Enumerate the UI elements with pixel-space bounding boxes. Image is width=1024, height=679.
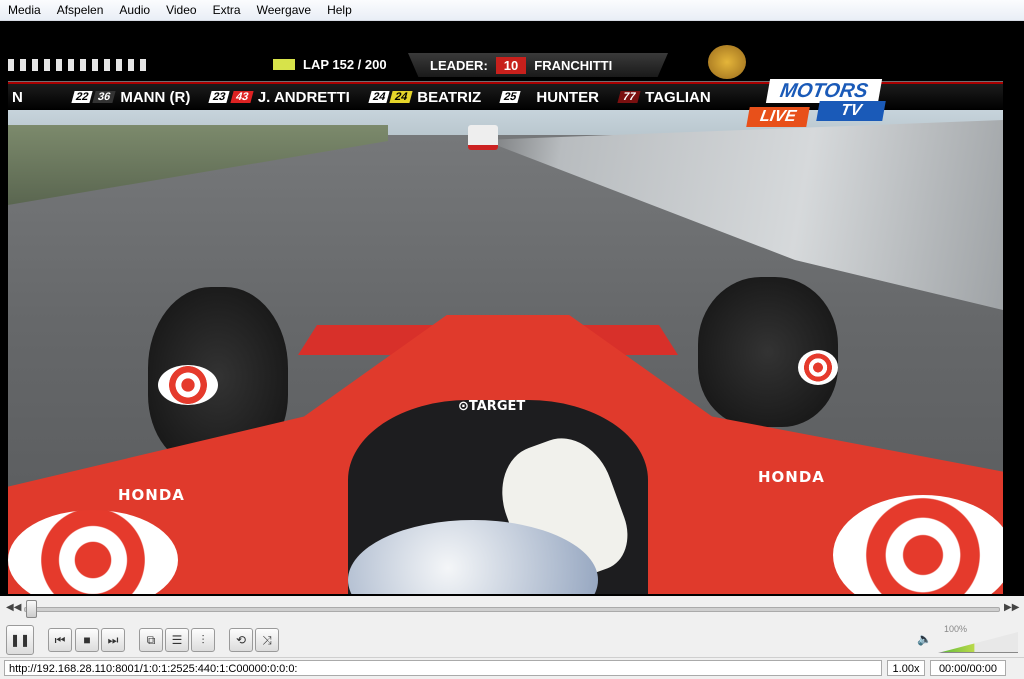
menu-extra[interactable]: Extra — [205, 0, 249, 20]
previous-button[interactable]: ⏮ — [48, 628, 72, 652]
ticker-name: J. ANDRETTI — [257, 88, 350, 106]
menu-audio[interactable]: Audio — [111, 0, 158, 20]
next-button[interactable]: ⏭ — [101, 628, 125, 652]
menu-help[interactable]: Help — [319, 0, 360, 20]
playlist-button[interactable]: ☰ — [165, 628, 189, 652]
stop-button[interactable]: ■ — [75, 628, 99, 652]
video-leader-label: LEADER: — [430, 57, 488, 73]
ticker-entry: 25 HUNTER — [499, 88, 599, 106]
motors-tv-logo-top: MOTORS — [765, 79, 883, 103]
menu-media[interactable]: Media — [0, 0, 49, 20]
shuffle-button[interactable]: ⤨ — [255, 628, 279, 652]
time-display[interactable]: 00:00/00:00 — [930, 660, 1006, 676]
menu-afspelen[interactable]: Afspelen — [49, 0, 112, 20]
equalizer-icon: ⫶ — [201, 633, 205, 647]
extended-settings-button[interactable]: ⫶ — [191, 628, 215, 652]
seek-forward-icon[interactable]: ▶▶ — [1004, 602, 1019, 613]
video-sponsor-text: HONDA — [118, 486, 185, 504]
video-frame-image: HONDA HONDA ⊙TARGET LAP 152 / 200 LEADER… — [8, 25, 1003, 594]
control-bar: ❚❚ ⏮ ■ ⏭ ⧉ ☰ ⫶ ⟲ ⤨ 🔈 100% — [0, 622, 1024, 656]
seek-back-icon[interactable]: ◀◀ — [6, 602, 21, 613]
fullscreen-button[interactable]: ⧉ — [139, 628, 163, 652]
video-checker-flag — [8, 59, 148, 71]
video-leader-name: FRANCHITTI — [534, 57, 613, 73]
ticker-car-number: 24 — [389, 91, 413, 103]
loop-button[interactable]: ⟲ — [229, 628, 253, 652]
ticker-name: MANN (R) — [120, 88, 191, 106]
ticker-position: 22 — [71, 91, 93, 103]
ticker-position: 24 — [368, 91, 390, 103]
motors-tv-logo-tv: TV — [816, 101, 886, 121]
ticker-car-number: 36 — [92, 91, 116, 103]
playlist-icon: ☰ — [171, 633, 183, 647]
ticker-position: 25 — [499, 91, 522, 103]
menu-video[interactable]: Video — [158, 0, 204, 20]
video-car-ahead — [468, 125, 498, 150]
menu-weergave[interactable]: Weergave — [249, 0, 319, 20]
video-target-logo — [158, 365, 218, 405]
ticker-entry: 77 TAGLIAN — [617, 88, 711, 106]
volume-percent: 100% — [944, 624, 968, 634]
ticker-name: BEATRIZ — [417, 88, 482, 106]
stream-url: http://192.168.28.110:8001/1:0:1:2525:44… — [4, 660, 882, 676]
ticker-car-number: 43 — [229, 91, 254, 103]
motors-tv-logo-live: LIVE — [746, 107, 810, 127]
pause-button[interactable]: ❚❚ — [6, 625, 34, 655]
stop-icon: ■ — [83, 633, 91, 647]
video-lap-text: LAP 152 / 200 — [303, 57, 387, 72]
ticker-name: HUNTER — [536, 88, 599, 106]
motors-tv-logo: MOTORS TV LIVE — [746, 79, 886, 127]
ticker-position: 23 — [208, 91, 231, 103]
video-sponsor-text: ⊙TARGET — [458, 399, 526, 414]
ticker-car-number: 77 — [617, 91, 641, 103]
ticker-entry: N — [12, 89, 23, 106]
video-sponsor-text: HONDA — [758, 468, 825, 486]
playback-speed[interactable]: 1.00x — [887, 660, 925, 676]
pause-icon: ❚❚ — [9, 633, 31, 647]
fullscreen-icon: ⧉ — [146, 633, 156, 647]
video-target-logo — [798, 350, 838, 385]
ticker-name: N — [12, 88, 23, 106]
status-bar: http://192.168.28.110:8001/1:0:1:2525:44… — [0, 657, 1024, 679]
ticker-entry: 23 43 J. ANDRETTI — [208, 88, 350, 106]
menu-bar: Media Afspelen Audio Video Extra Weergav… — [0, 0, 1024, 21]
ticker-entry: 24 24 BEATRIZ — [368, 88, 482, 106]
speaker-icon[interactable]: 🔈 — [917, 632, 932, 646]
seek-slider[interactable] — [24, 607, 1000, 612]
previous-icon: ⏮ — [54, 633, 66, 647]
video-leader-number: 10 — [495, 56, 527, 74]
ticker-name: TAGLIAN — [645, 88, 711, 106]
seek-handle[interactable] — [26, 600, 37, 618]
seek-row: ◀◀ ▶▶ — [0, 598, 1024, 620]
indy-logo-icon — [708, 45, 746, 79]
ticker-entry: 22 36 MANN (R) — [71, 88, 191, 106]
video-lap-counter: LAP 152 / 200 — [273, 57, 387, 72]
video-leader-box: LEADER: 10 FRANCHITTI — [408, 53, 668, 77]
volume-slider[interactable] — [938, 632, 1018, 653]
video-output[interactable]: HONDA HONDA ⊙TARGET LAP 152 / 200 LEADER… — [0, 21, 1024, 596]
flag-icon — [273, 59, 295, 70]
next-icon: ⏭ — [107, 633, 119, 647]
shuffle-icon: ⤨ — [262, 633, 272, 647]
loop-icon: ⟲ — [235, 633, 247, 647]
